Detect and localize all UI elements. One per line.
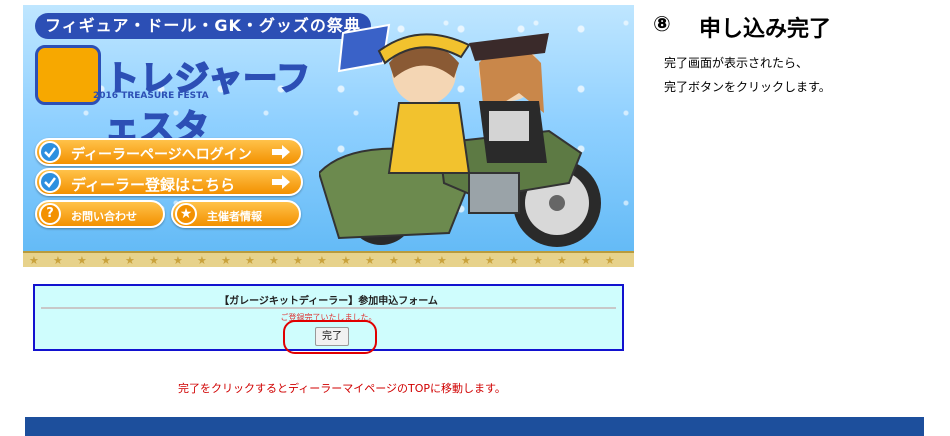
contact-button[interactable]: ? お問い合わせ [35, 200, 165, 228]
arrow-right-icon [272, 175, 290, 189]
question-icon: ? [39, 203, 61, 225]
dealer-register-button[interactable]: ディーラー登録はこちら [35, 168, 303, 196]
contact-label: お問い合わせ [71, 210, 137, 223]
step-description: 完了画面が表示されたら、 完了ボタンをクリックします。 [664, 51, 831, 99]
logo-mark [35, 45, 101, 105]
logo-year: 2016 TREASURE FESTA [93, 91, 209, 101]
festival-banner: フィギュア・ドール・GK・グッズの祭典 トレジャーフェスタ 2016 TREAS… [23, 5, 634, 267]
step-number: ⑧ [653, 12, 671, 36]
complete-button-highlight [283, 320, 377, 354]
form-divider [41, 307, 616, 309]
organizer-info-button[interactable]: ★ 主催者情報 [171, 200, 301, 228]
arrow-right-icon [272, 145, 290, 159]
organizer-info-label: 主催者情報 [207, 210, 262, 223]
step-description-line-2: 完了ボタンをクリックします。 [664, 80, 831, 94]
check-icon [39, 171, 61, 193]
star-icon: ★ [175, 203, 197, 225]
characters-on-motorcycle-illustration [319, 23, 601, 247]
dealer-register-label: ディーラー登録はこちら [71, 176, 235, 194]
step-description-line-1: 完了画面が表示されたら、 [664, 56, 809, 70]
check-icon [39, 141, 61, 163]
form-title: 【ガレージキットディーラー】参加申込フォーム [219, 296, 438, 307]
redirect-note: 完了をクリックするとディーラーマイページのTOPに移動します。 [178, 382, 506, 395]
footer-bar [25, 417, 924, 436]
festival-logo: トレジャーフェスタ 2016 TREASURE FESTA [35, 45, 335, 149]
step-title: 申し込み完了 [699, 17, 832, 42]
star-border-strip: ★ ★ ★ ★ ★ ★ ★ ★ ★ ★ ★ ★ ★ ★ ★ ★ ★ ★ ★ ★ ★ ★ ★ ★ ★ [23, 251, 634, 267]
dealer-login-button[interactable]: ディーラーページへログイン [35, 138, 303, 166]
dealer-login-label: ディーラーページへログイン [71, 147, 252, 163]
